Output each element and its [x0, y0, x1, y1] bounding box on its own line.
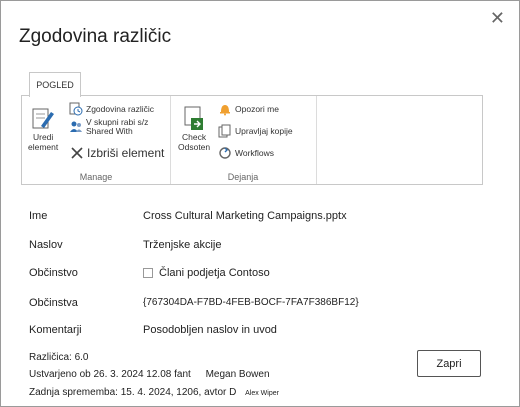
- version-number: Različica: 6.0: [29, 352, 89, 363]
- created-info: Ustvarjeno ob 26. 3. 2024 12.08 fant Meg…: [29, 369, 270, 380]
- edit-item-icon: [32, 108, 55, 129]
- copies-icon: [218, 124, 232, 138]
- group-label-actions: Dejanja: [227, 172, 259, 182]
- bell-icon: [218, 102, 232, 116]
- workflows-label: Workflows: [235, 148, 275, 158]
- version-history-icon: [69, 102, 83, 116]
- alert-me-button[interactable]: Opozori me: [218, 102, 279, 116]
- audience-text: Člani podjetja Contoso: [159, 267, 270, 279]
- property-value-title: Trženjske akcije: [143, 239, 222, 251]
- version-history-label: Zgodovina različic: [86, 104, 155, 114]
- manage-copies-label: Upravljaj kopije: [235, 126, 293, 136]
- modified-info: Zadnja sprememba: 15. 4. 2024, 1206, avt…: [29, 387, 279, 398]
- close-icon[interactable]: ✕: [490, 9, 505, 27]
- modified-by: Alex Wiper: [245, 390, 279, 397]
- property-label-audience: Občinstvo: [29, 267, 78, 279]
- ribbon-group-actions: Check Odsoten Opozori me Upravljaj kopij…: [170, 96, 317, 184]
- manage-copies-button[interactable]: Upravljaj kopije: [218, 124, 293, 138]
- people-icon: [69, 120, 83, 134]
- property-value-audiences: {767304DA-F7BD-4FEB-BOCF-7FA7F386BF12}: [143, 297, 359, 308]
- edit-item-button[interactable]: Uredi element: [28, 106, 58, 152]
- version-history-button[interactable]: Zgodovina različic: [69, 102, 154, 116]
- check-out-button[interactable]: Check Odsoten: [178, 104, 210, 152]
- edit-item-label-2: element: [28, 142, 59, 152]
- check-out-icon: [184, 106, 204, 130]
- delete-icon: [70, 146, 84, 160]
- modified-text: Zadnja sprememba: 15. 4. 2024, 1206, avt…: [29, 387, 237, 398]
- created-by: Megan Bowen: [205, 369, 270, 380]
- audience-checkbox: [143, 268, 153, 279]
- property-value-name: Cross Cultural Marketing Campaigns.pptx: [143, 210, 347, 222]
- dialog-title: Zgodovina različic: [19, 26, 172, 47]
- delete-item-label: Izbriši element: [87, 146, 165, 160]
- shared-with-button[interactable]: V skupni rabi s/z Shared With: [69, 118, 148, 136]
- property-value-comments: Posodobljen naslov in uvod: [143, 324, 277, 336]
- edit-item-label-1: Uredi: [32, 132, 54, 142]
- ribbon-group-manage: Uredi element Zgodovina različic V skupn…: [22, 96, 171, 184]
- group-label-manage: Manage: [79, 172, 113, 182]
- ribbon: Uredi element Zgodovina različic V skupn…: [21, 95, 483, 185]
- tab-view[interactable]: POGLED: [29, 72, 81, 97]
- workflows-icon: [218, 146, 232, 160]
- delete-item-button[interactable]: Izbriši element: [70, 146, 164, 160]
- check-out-label-1: Check: [182, 132, 207, 142]
- property-label-audiences: Občinstva: [29, 297, 78, 309]
- close-button[interactable]: Zapri: [417, 350, 481, 377]
- workflows-button[interactable]: Workflows: [218, 146, 274, 160]
- property-label-name: Ime: [29, 210, 48, 222]
- created-text: Ustvarjeno ob 26. 3. 2024 12.08 fant: [29, 369, 191, 380]
- property-value-audience: Člani podjetja Contoso: [143, 267, 270, 279]
- property-label-title: Naslov: [29, 239, 63, 251]
- version-history-dialog: ✕ Zgodovina različic POGLED Uredi elemen…: [0, 0, 520, 407]
- shared-with-label-2: Shared With: [86, 126, 133, 136]
- check-out-label-2: Odsoten: [178, 142, 211, 152]
- alert-me-label: Opozori me: [235, 104, 279, 114]
- property-label-comments: Komentarji: [29, 324, 82, 336]
